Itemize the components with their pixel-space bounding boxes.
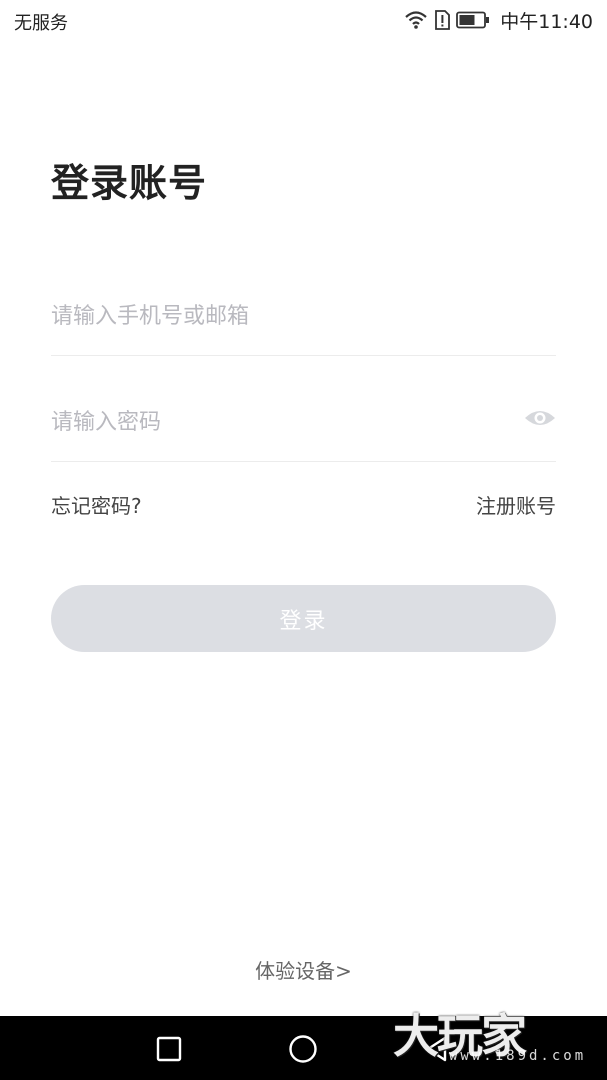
phone-email-input[interactable] [51, 286, 556, 346]
page-title: 登录账号 [51, 161, 208, 205]
login-button[interactable]: 登录 [51, 585, 556, 652]
status-bar: 无服务 中午11:40 [0, 0, 607, 40]
status-icons: 中午11:40 [404, 8, 593, 33]
watermark-url: www.189d.com [449, 1048, 587, 1064]
password-input[interactable] [51, 392, 511, 452]
forgot-password-link[interactable]: 忘记密码? [51, 490, 142, 519]
circle-home-icon[interactable] [287, 1033, 319, 1065]
square-recent-icon[interactable] [153, 1033, 185, 1065]
site-watermark: 大玩家 www.189d.com [393, 1000, 593, 1076]
battery-icon [456, 11, 490, 29]
password-field [51, 392, 556, 462]
register-account-link[interactable]: 注册账号 [476, 490, 556, 519]
sim-alert-icon [435, 10, 451, 30]
demo-device-link[interactable]: 体验设备> [0, 955, 607, 984]
clock: 中午11:40 [500, 10, 593, 33]
phone-email-field [51, 286, 556, 356]
wifi-icon [405, 11, 427, 29]
eye-icon[interactable] [524, 405, 556, 431]
carrier-label: 无服务 [14, 13, 68, 34]
